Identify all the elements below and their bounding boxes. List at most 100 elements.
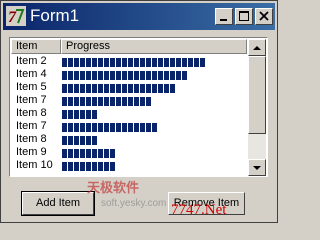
- progress-segment: [98, 162, 103, 171]
- progress-segment: [92, 123, 97, 132]
- progress-segment: [92, 84, 97, 93]
- close-icon: [259, 11, 269, 21]
- progress-segment: [104, 71, 109, 80]
- list-item[interactable]: Item 9: [11, 146, 247, 159]
- vertical-scrollbar[interactable]: [248, 39, 266, 176]
- progress-segment: [98, 58, 103, 67]
- progress-segment: [116, 58, 121, 67]
- progress-segment: [92, 71, 97, 80]
- item-label: Item 8: [16, 133, 47, 145]
- progress-segment: [104, 58, 109, 67]
- progress-segment: [62, 162, 67, 171]
- progress-segment: [74, 110, 79, 119]
- arrow-up-icon: [253, 46, 261, 50]
- progress-segment: [74, 97, 79, 106]
- progress-segment: [62, 58, 67, 67]
- list-item[interactable]: Item 8: [11, 133, 247, 146]
- progress-segment: [62, 84, 67, 93]
- progress-segment: [86, 71, 91, 80]
- list-item[interactable]: Item 7: [11, 94, 247, 107]
- progress-segment: [158, 71, 163, 80]
- progress-segment: [104, 149, 109, 158]
- progress-segment: [80, 149, 85, 158]
- list-item[interactable]: Item 8: [11, 107, 247, 120]
- progress-segment: [86, 97, 91, 106]
- progress-segment: [152, 84, 157, 93]
- scroll-down-button[interactable]: [248, 159, 266, 176]
- progress-segment: [182, 71, 187, 80]
- progress-segment: [98, 123, 103, 132]
- progress-segment: [62, 149, 67, 158]
- item-label: Item 8: [16, 107, 47, 119]
- progress-segment: [104, 162, 109, 171]
- window-title: Form1: [30, 6, 80, 25]
- progress-segment: [176, 58, 181, 67]
- progress-segment: [74, 149, 79, 158]
- progress-segment: [86, 110, 91, 119]
- progress-segment: [68, 110, 73, 119]
- maximize-button[interactable]: [235, 8, 253, 25]
- close-button[interactable]: [255, 8, 273, 25]
- watermark-url: soft.yesky.com: [101, 198, 167, 209]
- progress-listview[interactable]: Item Progress Item 2 Item 4 Item 5 Item 7 It…: [9, 37, 268, 177]
- progress-segment: [158, 84, 163, 93]
- column-header-progress[interactable]: Progress: [61, 39, 247, 54]
- progress-bar: [62, 58, 205, 67]
- progress-segment: [170, 58, 175, 67]
- listview-rows: Item 2 Item 4 Item 5 Item 7 Item 8 Item 7 Item…: [11, 55, 247, 172]
- progress-bar: [62, 149, 115, 158]
- progress-segment: [128, 123, 133, 132]
- scroll-thumb[interactable]: [248, 56, 266, 134]
- list-item[interactable]: Item 10: [11, 159, 247, 172]
- progress-segment: [128, 97, 133, 106]
- progress-segment: [74, 71, 79, 80]
- minimize-button[interactable]: [215, 8, 233, 25]
- progress-segment: [68, 84, 73, 93]
- progress-segment: [86, 149, 91, 158]
- progress-segment: [86, 58, 91, 67]
- add-item-button[interactable]: Add Item: [21, 191, 95, 216]
- title-bar[interactable]: 7 Form1: [3, 3, 275, 30]
- progress-segment: [92, 149, 97, 158]
- progress-segment: [80, 123, 85, 132]
- progress-segment: [200, 58, 205, 67]
- progress-segment: [140, 84, 145, 93]
- progress-segment: [68, 71, 73, 80]
- progress-segment: [68, 136, 73, 145]
- progress-segment: [104, 97, 109, 106]
- progress-segment: [92, 97, 97, 106]
- progress-segment: [146, 84, 151, 93]
- progress-segment: [98, 71, 103, 80]
- progress-segment: [110, 162, 115, 171]
- progress-segment: [158, 58, 163, 67]
- progress-segment: [92, 162, 97, 171]
- progress-segment: [164, 84, 169, 93]
- column-header-item[interactable]: Item: [11, 39, 61, 54]
- progress-segment: [134, 84, 139, 93]
- scroll-up-button[interactable]: [248, 39, 266, 56]
- progress-bar: [62, 71, 187, 80]
- list-item[interactable]: Item 5: [11, 81, 247, 94]
- progress-segment: [146, 58, 151, 67]
- list-item[interactable]: Item 4: [11, 68, 247, 81]
- watermark-chinese: 天极软件: [87, 180, 140, 195]
- progress-segment: [74, 84, 79, 93]
- list-item[interactable]: Item 2: [11, 55, 247, 68]
- progress-segment: [152, 123, 157, 132]
- progress-segment: [122, 97, 127, 106]
- form1-window: 7 Form1 Item Progress Item 2 Item 4 Item 5…: [0, 0, 278, 223]
- list-item[interactable]: Item 7: [11, 120, 247, 133]
- item-label: Item 4: [16, 68, 47, 80]
- progress-bar: [62, 110, 97, 119]
- progress-segment: [74, 58, 79, 67]
- progress-segment: [110, 84, 115, 93]
- progress-segment: [128, 58, 133, 67]
- progress-segment: [92, 58, 97, 67]
- progress-segment: [62, 123, 67, 132]
- progress-segment: [146, 123, 151, 132]
- progress-segment: [86, 162, 91, 171]
- progress-bar: [62, 162, 115, 171]
- progress-segment: [122, 123, 127, 132]
- progress-segment: [128, 71, 133, 80]
- svg-text:7: 7: [8, 9, 17, 26]
